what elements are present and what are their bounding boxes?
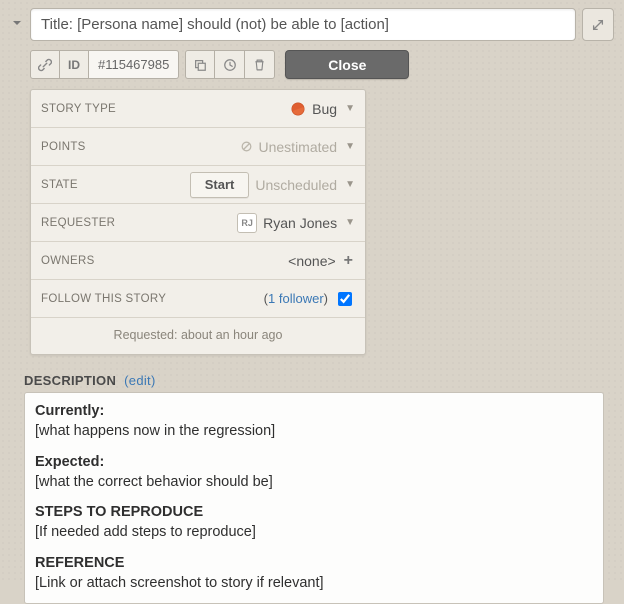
requester-select[interactable]: RJ Ryan Jones ▼ <box>237 213 355 233</box>
add-owner-button[interactable]: + <box>342 252 355 270</box>
copy-icon-button[interactable] <box>185 50 215 79</box>
start-button[interactable]: Start <box>190 172 250 198</box>
points-value: Unestimated <box>259 139 338 155</box>
points-label: POINTS <box>41 141 86 153</box>
requested-ago: Requested: about an hour ago <box>31 318 365 354</box>
description-body[interactable]: Currently: [what happens now in the regr… <box>24 392 604 604</box>
chevron-down-icon: ▼ <box>345 179 355 190</box>
follow-label: FOLLOW THIS STORY <box>41 293 166 305</box>
row-points: POINTS Unestimated ▼ <box>31 128 365 166</box>
title-input[interactable] <box>30 8 576 41</box>
state-value: Unscheduled <box>255 177 337 193</box>
story-type-label: STORY TYPE <box>41 103 116 115</box>
steps-heading: STEPS TO REPRODUCE <box>35 502 593 522</box>
followers-link[interactable]: 1 follower <box>268 291 324 306</box>
expand-button[interactable] <box>582 8 614 41</box>
description-section: DESCRIPTION (edit) Currently: [what happ… <box>24 373 604 604</box>
follow-count-suffix: ) <box>324 291 328 306</box>
requester-label: REQUESTER <box>41 217 115 229</box>
avatar: RJ <box>237 213 257 233</box>
description-header: DESCRIPTION <box>24 373 116 388</box>
state-label: STATE <box>41 179 78 191</box>
row-follow: FOLLOW THIS STORY (1 follower) <box>31 280 365 318</box>
row-owners: OWNERS <none> + <box>31 242 365 280</box>
delete-icon-button[interactable] <box>245 50 275 79</box>
chevron-down-icon: ▼ <box>345 103 355 114</box>
title-row <box>10 8 614 41</box>
history-icon-button[interactable] <box>215 50 245 79</box>
row-requester: REQUESTER RJ Ryan Jones ▼ <box>31 204 365 242</box>
edit-description-link[interactable]: (edit) <box>124 373 155 388</box>
steps-text: [If needed add steps to reproduce] <box>35 522 593 542</box>
reference-text: [Link or attach screenshot to story if r… <box>35 573 593 593</box>
expected-heading: Expected: <box>35 452 593 472</box>
bug-icon <box>290 101 306 117</box>
owners-value: <none> <box>288 253 336 269</box>
story-editor: ID #115467985 Close STORY TYPE Bug <box>0 0 624 581</box>
story-type-select[interactable]: Bug ▼ <box>290 101 355 117</box>
currently-heading: Currently: <box>35 401 593 421</box>
row-story-type: STORY TYPE Bug ▼ <box>31 90 365 128</box>
unestimated-icon <box>240 140 253 153</box>
link-icon-button[interactable] <box>30 50 60 79</box>
id-label: ID <box>60 50 89 79</box>
expected-text: [what the correct behavior should be] <box>35 472 593 492</box>
requester-name: Ryan Jones <box>263 215 337 231</box>
follow-checkbox[interactable] <box>338 292 352 306</box>
details-panel: STORY TYPE Bug ▼ POINTS Unestimated ▼ ST… <box>30 89 366 355</box>
reference-heading: REFERENCE <box>35 553 593 573</box>
state-select[interactable]: Unscheduled ▼ <box>255 177 355 193</box>
owners-label: OWNERS <box>41 255 95 267</box>
chevron-down-icon: ▼ <box>345 217 355 228</box>
close-button[interactable]: Close <box>285 50 409 79</box>
row-state: STATE Start Unscheduled ▼ <box>31 166 365 204</box>
collapse-toggle[interactable] <box>10 8 24 41</box>
story-id: #115467985 <box>89 50 179 79</box>
currently-text: [what happens now in the regression] <box>35 421 593 441</box>
chevron-down-icon: ▼ <box>345 141 355 152</box>
story-type-value: Bug <box>312 101 337 117</box>
points-select[interactable]: Unestimated ▼ <box>240 139 356 155</box>
toolbar: ID #115467985 Close <box>30 50 614 79</box>
